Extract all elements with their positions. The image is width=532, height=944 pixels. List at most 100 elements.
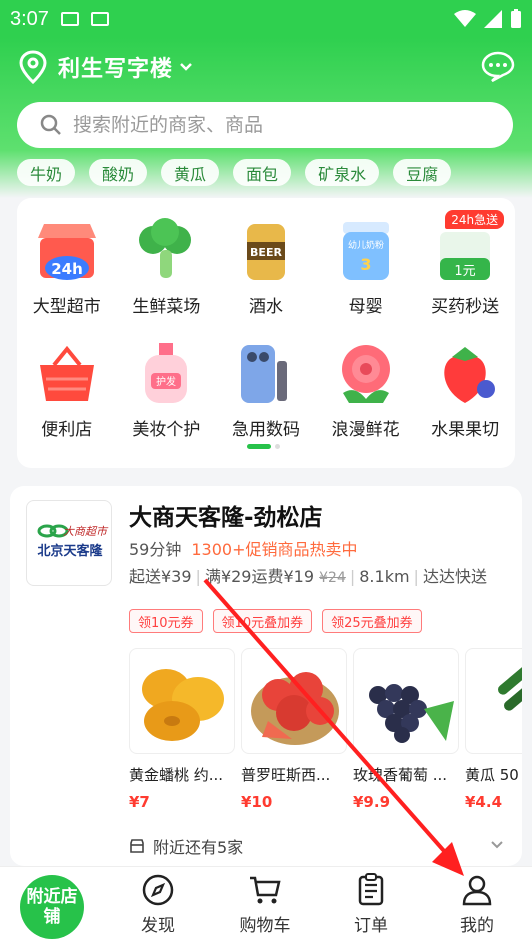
signal-icon: [484, 10, 502, 28]
store-delivery-info: 59分钟 1300+促销商品热卖中: [129, 536, 358, 560]
delivery-time: 59分钟: [129, 540, 182, 559]
product-price: ¥9.9: [353, 793, 391, 811]
product-name: 普罗旺斯西...: [241, 766, 331, 784]
store-name: 大商天客隆-劲松店: [129, 505, 323, 531]
tab-orders[interactable]: 订单: [331, 873, 411, 936]
category-fresh[interactable]: 生鲜菜场: [117, 218, 217, 317]
status-time: 3:07: [10, 7, 49, 30]
svg-text:1元: 1元: [455, 264, 476, 279]
category-supermarket[interactable]: 24h 大型超市: [17, 218, 117, 317]
cart-icon: [250, 876, 281, 904]
battery-icon: [511, 9, 521, 28]
hot-search-chips: 牛奶 酸奶 黄瓜 面包 矿泉水 豆腐: [17, 159, 452, 186]
shipping-fee: 满¥29运费¥19: [204, 567, 315, 586]
tab-cart[interactable]: 购物车: [225, 873, 305, 936]
coupon-list: 领10元券 领10元叠加券 领25元叠加券: [129, 609, 422, 633]
category-medicine[interactable]: 1元 24h急送 买药秒送: [415, 210, 515, 317]
product-price: ¥7: [129, 793, 150, 811]
store-meta: 起送¥39 | 满¥29运费¥19 ¥24 | 8.1km | 达达快送: [129, 567, 487, 586]
category-card: 24h 大型超市 生鲜菜场 BEER 酒水 幼儿奶粉 3 母婴 1元 24h急送…: [17, 198, 515, 468]
wifi-icon: [454, 10, 476, 27]
category-baby[interactable]: 幼儿奶粉 3 母婴: [316, 218, 416, 317]
svg-text:大商超市: 大商超市: [63, 525, 109, 538]
gallery-notification-icon: [60, 12, 79, 26]
chip-tofu[interactable]: 豆腐: [393, 159, 452, 186]
beer-can-icon: BEER: [233, 218, 299, 284]
supermarket-icon: 24h: [34, 218, 100, 284]
category-beauty[interactable]: 护发 美妆个护: [117, 341, 217, 440]
lotion-bottle-icon: 护发: [133, 341, 199, 407]
order-list-icon: [358, 873, 384, 906]
search-icon: [40, 114, 61, 135]
min-order: 起送¥39: [129, 567, 192, 586]
product-name: 黄金蟠桃 约...: [129, 766, 224, 784]
nearby-label: 附近还有5家: [153, 838, 244, 857]
store-icon: [130, 839, 144, 853]
user-icon: [462, 875, 492, 906]
store-promo: 1300+促销商品热卖中: [191, 540, 358, 559]
product-list: 黄金蟠桃 约... ¥7 普罗旺斯西... ¥10 玫瑰香葡萄 ... ¥9.9…: [129, 648, 522, 811]
old-shipping-fee: ¥24: [319, 570, 346, 586]
tab-discover[interactable]: 发现: [118, 873, 198, 936]
chip-cucumber[interactable]: 黄瓜: [161, 159, 220, 186]
category-digital[interactable]: 急用数码: [216, 341, 316, 440]
svg-text:护发: 护发: [156, 375, 176, 388]
bottom-tab-bar: 附近店铺 发现 购物车 订单 我的: [0, 866, 532, 944]
grape-icon: [353, 648, 459, 754]
tab-profile[interactable]: 我的: [437, 873, 517, 936]
strawberry-icon: [432, 341, 498, 407]
location-selector[interactable]: 利生写字楼: [18, 50, 193, 84]
tomato-icon: [241, 648, 347, 754]
product-name: 黄瓜 50: [465, 766, 519, 784]
cucumber-icon: [465, 648, 522, 754]
category-drinks[interactable]: BEER 酒水: [216, 218, 316, 317]
phone-cable-icon: [233, 341, 299, 407]
app-notification-icon: [90, 12, 109, 26]
product-price: ¥10: [241, 793, 273, 811]
product-card[interactable]: 黄瓜 50 ¥4.4: [465, 648, 522, 811]
coupon-10-stack[interactable]: 领10元叠加券: [212, 609, 313, 633]
category-flowers[interactable]: 浪漫鲜花: [316, 341, 416, 440]
rose-icon: [333, 341, 399, 407]
location-name: 利生写字楼: [58, 57, 174, 82]
milk-powder-icon: 幼儿奶粉 3: [333, 218, 399, 284]
medicine-box-icon: 1元 24h急送: [432, 210, 505, 284]
courier: 达达快送: [422, 567, 487, 586]
message-icon[interactable]: [481, 50, 515, 82]
chevron-down-icon: [180, 63, 192, 71]
svg-text:幼儿奶粉: 幼儿奶粉: [348, 239, 384, 251]
svg-text:3: 3: [360, 255, 371, 274]
product-card[interactable]: 普罗旺斯西... ¥10: [241, 648, 347, 811]
basket-icon: [34, 341, 100, 407]
product-price: ¥4.4: [465, 793, 503, 811]
store-logo: 大商超市 北京天客隆: [26, 500, 112, 586]
search-input[interactable]: [73, 114, 493, 136]
express-badge: 24h急送: [445, 210, 505, 229]
category-convenience[interactable]: 便利店: [17, 341, 117, 440]
peach-icon: [129, 648, 235, 754]
compass-icon: [142, 874, 174, 906]
svg-text:24h: 24h: [51, 260, 83, 278]
chip-bread[interactable]: 面包: [233, 159, 292, 186]
product-card[interactable]: 黄金蟠桃 约... ¥7: [129, 648, 235, 811]
chip-milk[interactable]: 牛奶: [17, 159, 76, 186]
nearby-stores-link[interactable]: 附近还有5家: [129, 834, 243, 858]
tab-nearby-stores[interactable]: 附近店铺: [20, 875, 84, 939]
distance: 8.1km: [359, 567, 410, 586]
store-card[interactable]: 大商超市 北京天客隆 大商天客隆-劲松店 59分钟 1300+促销商品热卖中 起送…: [10, 486, 522, 866]
chevron-down-icon[interactable]: [490, 840, 504, 849]
svg-text:北京天客隆: 北京天客隆: [37, 543, 103, 559]
coupon-25-stack[interactable]: 领25元叠加券: [322, 609, 422, 633]
chip-yogurt[interactable]: 酸奶: [89, 159, 148, 186]
coupon-10[interactable]: 领10元券: [129, 609, 203, 633]
status-bar: 3:07: [0, 0, 532, 38]
product-name: 玫瑰香葡萄 ...: [353, 766, 448, 784]
page-indicator: [247, 444, 280, 449]
location-pin-icon: [19, 50, 47, 84]
svg-text:BEER: BEER: [250, 246, 282, 259]
broccoli-icon: [133, 218, 199, 284]
chip-water[interactable]: 矿泉水: [305, 159, 380, 186]
product-card[interactable]: 玫瑰香葡萄 ... ¥9.9: [353, 648, 459, 811]
search-bar[interactable]: [17, 102, 513, 148]
category-fruit[interactable]: 水果果切: [415, 341, 515, 440]
